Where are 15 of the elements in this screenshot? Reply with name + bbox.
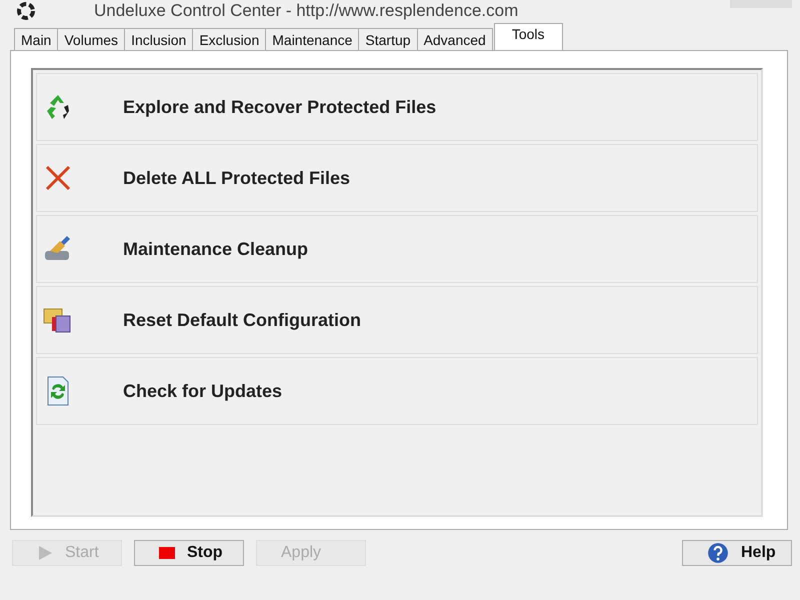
play-icon [37, 545, 53, 561]
tab[interactable]: Main [14, 28, 58, 50]
tool-button[interactable]: Check for Updates [36, 357, 758, 425]
help-button[interactable]: Help [682, 540, 792, 566]
tab[interactable]: Advanced [416, 28, 493, 50]
tab[interactable]: Tools [494, 23, 563, 50]
window-title: Undeluxe Control Center - http://www.resplendence.com [94, 1, 518, 21]
help-icon [707, 542, 729, 564]
stop-button[interactable]: Stop [134, 540, 244, 566]
tool-button[interactable]: Delete ALL Protected Files [36, 144, 758, 212]
tool-button[interactable]: Maintenance Cleanup [36, 215, 758, 283]
stop-icon [159, 545, 175, 561]
tool-button[interactable]: Reset Default Configuration [36, 286, 758, 354]
tab[interactable]: Startup [358, 28, 418, 50]
tool-button[interactable]: Explore and Recover Protected Files [36, 73, 758, 141]
